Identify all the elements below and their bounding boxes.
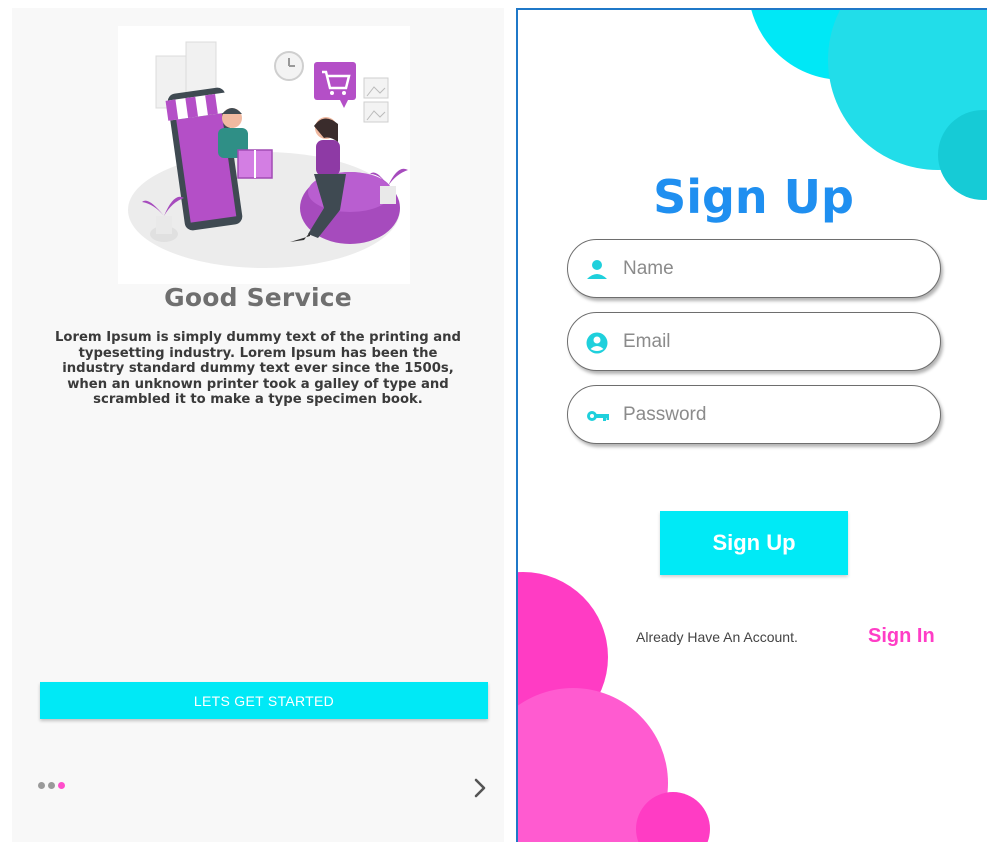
email-field[interactable] bbox=[567, 312, 941, 371]
password-field[interactable] bbox=[567, 385, 941, 444]
page-dot-active[interactable] bbox=[58, 782, 65, 789]
page-title: Sign Up bbox=[653, 170, 854, 224]
page-dot[interactable] bbox=[38, 782, 45, 789]
person-icon bbox=[586, 259, 608, 281]
onboarding-description: Lorem Ipsum is simply dummy text of the … bbox=[55, 330, 461, 407]
name-input[interactable] bbox=[623, 250, 923, 288]
password-input[interactable] bbox=[623, 396, 923, 434]
account-circle-icon bbox=[586, 332, 608, 354]
key-icon bbox=[586, 405, 609, 427]
page-indicator bbox=[38, 782, 68, 790]
email-input[interactable] bbox=[623, 323, 923, 361]
lets-get-started-button[interactable]: LETS GET STARTED bbox=[40, 682, 488, 719]
page-dot[interactable] bbox=[48, 782, 55, 789]
sign-up-button[interactable]: Sign Up bbox=[660, 511, 848, 575]
chevron-right-icon[interactable] bbox=[470, 776, 490, 800]
delivery-illustration bbox=[118, 26, 410, 284]
onboarding-screen: Good Service Lorem Ipsum is simply dummy… bbox=[12, 8, 504, 842]
onboarding-title: Good Service bbox=[164, 283, 352, 312]
sign-in-link[interactable]: Sign In bbox=[868, 625, 935, 648]
account-prompt: Already Have An Account. bbox=[636, 629, 798, 645]
name-field[interactable] bbox=[567, 239, 941, 298]
signup-screen: Sign Up Name Email Sign Up Already Have … bbox=[516, 8, 987, 842]
